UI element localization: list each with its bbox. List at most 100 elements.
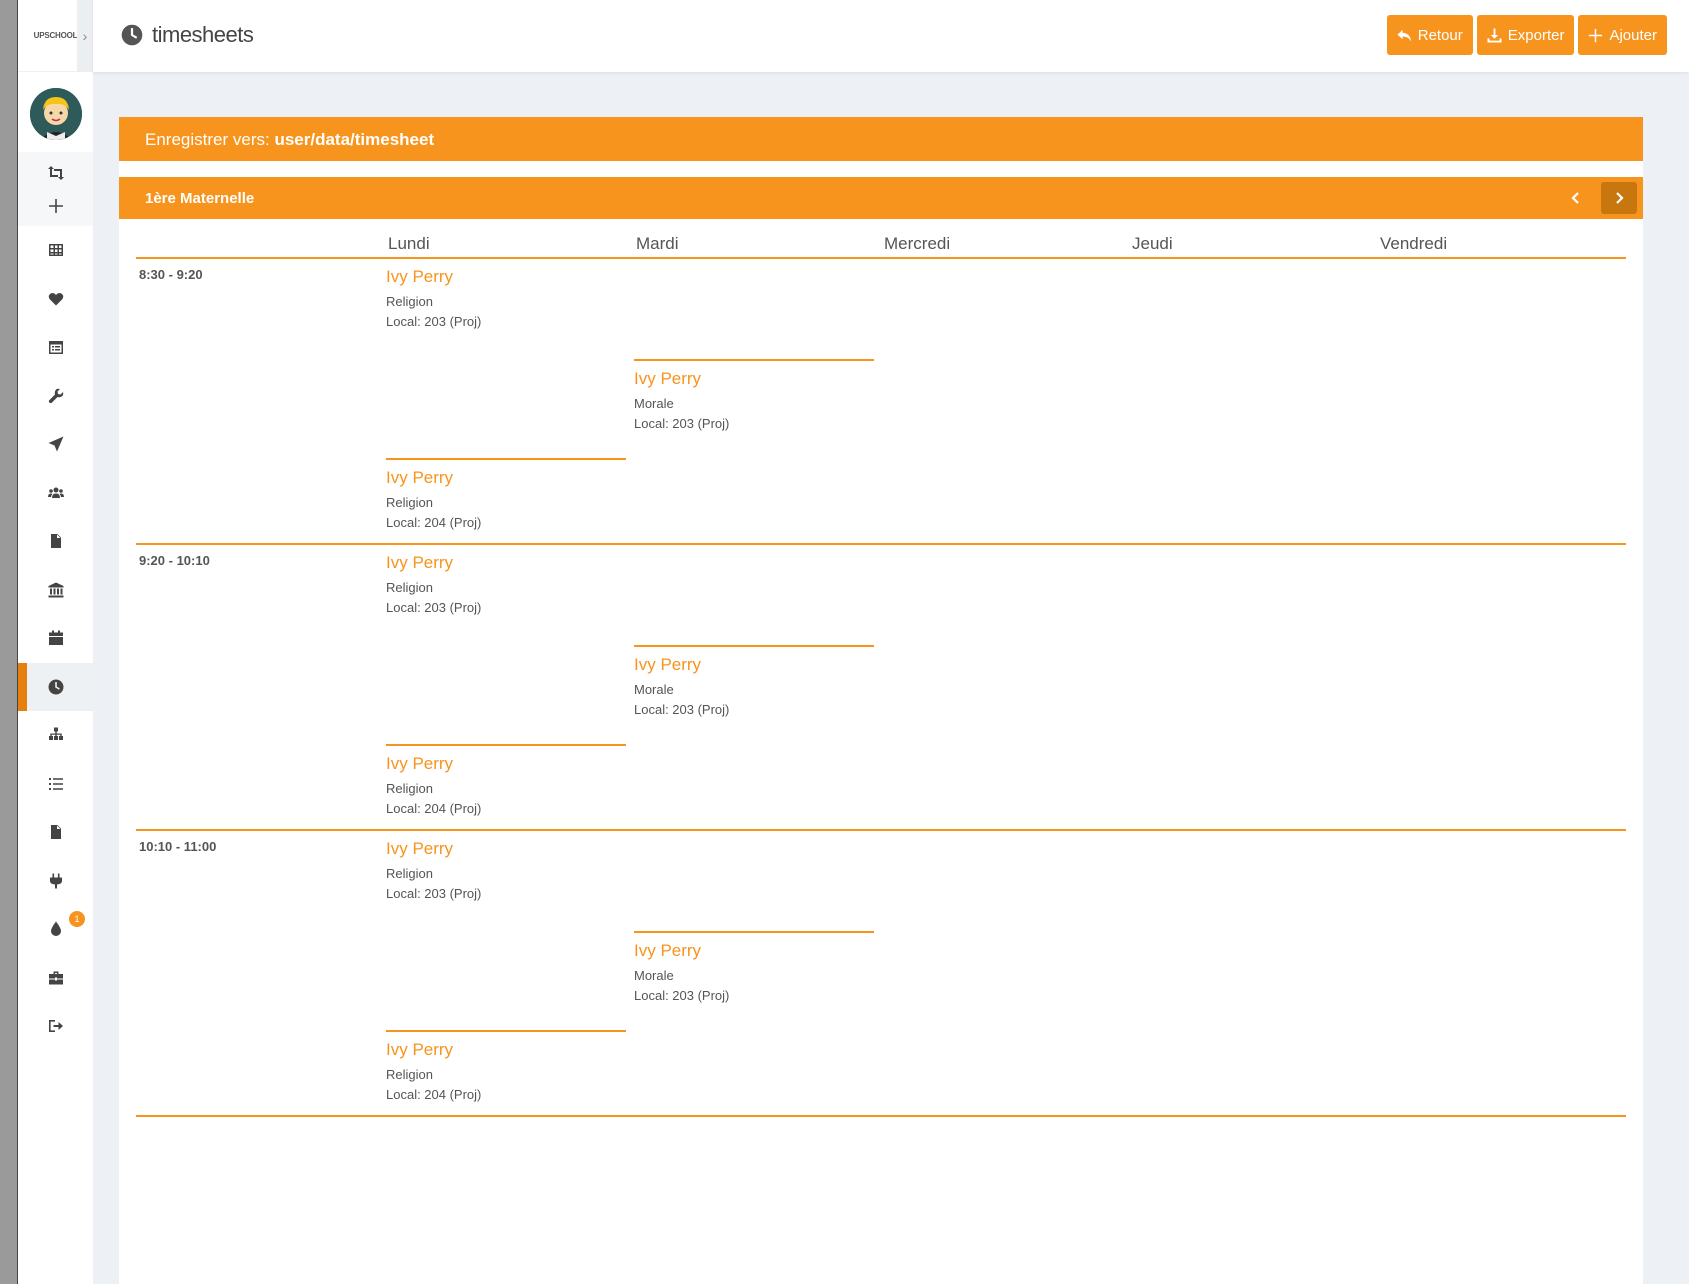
sidebar-item-add[interactable] bbox=[18, 189, 93, 222]
sidebar: UPSCHOOL › 1 bbox=[18, 0, 93, 1284]
briefcase-icon bbox=[48, 971, 63, 985]
avatar[interactable] bbox=[29, 88, 82, 140]
slot-time: 10:10 - 11:00 bbox=[139, 839, 217, 854]
file-icon bbox=[50, 534, 61, 549]
sidebar-item-grid[interactable] bbox=[18, 226, 93, 275]
sidebar-item-favorites[interactable] bbox=[18, 275, 93, 324]
sidebar-item-switch[interactable] bbox=[18, 156, 93, 189]
calendar-list-icon bbox=[48, 341, 63, 355]
subject: Morale bbox=[634, 396, 674, 411]
timetable-panel: 1ère Maternelle Lundi Mardi Mercredi Jeu… bbox=[119, 161, 1643, 1284]
plug-icon bbox=[49, 873, 62, 889]
sidebar-item-hierarchy[interactable] bbox=[18, 711, 93, 760]
teacher-name: Ivy Perry bbox=[386, 553, 454, 572]
drop-icon bbox=[50, 921, 61, 937]
day-header: Jeudi bbox=[1132, 234, 1173, 253]
back-button[interactable]: Retour bbox=[1386, 15, 1473, 55]
sidebar-logo[interactable]: UPSCHOOL › bbox=[18, 0, 93, 72]
day-header: Mercredi bbox=[884, 234, 951, 253]
sidebar-item-institution[interactable] bbox=[18, 566, 93, 615]
subject: Morale bbox=[634, 682, 674, 697]
sidebar-item-users[interactable] bbox=[18, 469, 93, 518]
subject: Religion bbox=[386, 1067, 433, 1082]
teacher-name: Ivy Perry bbox=[634, 941, 702, 960]
room: Local: 203 (Proj) bbox=[386, 886, 482, 901]
timetable-entry[interactable]: Ivy Perry Morale Local: 203 (Proj) bbox=[634, 645, 874, 720]
save-path: user/data/timesheet bbox=[274, 130, 435, 149]
class-name: 1ère Maternelle bbox=[145, 190, 255, 207]
timetable-entry[interactable]: Ivy Perry Morale Local: 203 (Proj) bbox=[634, 931, 874, 1006]
slot-time: 9:20 - 10:10 bbox=[139, 553, 210, 568]
sidebar-item-plugins[interactable] bbox=[18, 857, 93, 906]
next-class-button[interactable] bbox=[1601, 182, 1637, 214]
sidebar-item-calendar-list[interactable] bbox=[18, 323, 93, 372]
file-text-icon bbox=[50, 825, 61, 840]
time-slot-row: 10:10 - 11:00 Ivy Perry Religion Local: … bbox=[136, 831, 1626, 1117]
add-button[interactable]: Ajouter bbox=[1578, 15, 1667, 55]
export-button[interactable]: Exporter bbox=[1476, 15, 1575, 55]
room: Local: 203 (Proj) bbox=[386, 314, 482, 329]
download-icon bbox=[1487, 27, 1502, 43]
room: Local: 203 (Proj) bbox=[386, 600, 482, 615]
subject: Religion bbox=[386, 294, 433, 309]
plus-icon bbox=[48, 198, 63, 213]
timetable-entry[interactable]: Ivy Perry Religion Local: 204 (Proj) bbox=[386, 1030, 626, 1105]
plus-icon bbox=[1589, 28, 1603, 42]
sidebar-item-calendar[interactable] bbox=[18, 614, 93, 663]
sitemap-icon bbox=[48, 727, 63, 741]
teacher-name: Ivy Perry bbox=[386, 1040, 454, 1059]
heart-icon bbox=[48, 292, 63, 306]
teacher-name: Ivy Perry bbox=[634, 369, 702, 388]
slot-time: 8:30 - 9:20 bbox=[139, 267, 203, 282]
sidebar-item-theme[interactable]: 1 bbox=[18, 905, 93, 954]
sign-out-icon bbox=[48, 1020, 63, 1033]
teacher-name: Ivy Perry bbox=[634, 655, 702, 674]
room: Local: 203 (Proj) bbox=[634, 988, 730, 1003]
teacher-name: Ivy Perry bbox=[386, 754, 454, 773]
sidebar-item-timesheets[interactable] bbox=[18, 662, 93, 711]
sidebar-item-logout[interactable] bbox=[18, 1002, 93, 1051]
room: Local: 204 (Proj) bbox=[386, 515, 482, 530]
timetable-entry[interactable]: Ivy Perry Religion Local: 204 (Proj) bbox=[386, 744, 626, 819]
switch-icon bbox=[47, 165, 64, 180]
time-slot-row: 9:20 - 10:10 Ivy Perry Religion Local: 2… bbox=[136, 545, 1626, 831]
previous-class-button[interactable] bbox=[1563, 185, 1589, 211]
page-title: timesheets bbox=[121, 22, 254, 48]
top-bar: timesheets Retour Exporter Ajouter bbox=[93, 0, 1689, 72]
sidebar-item-list[interactable] bbox=[18, 760, 93, 809]
room: Local: 203 (Proj) bbox=[634, 416, 730, 431]
room: Local: 204 (Proj) bbox=[386, 1087, 482, 1102]
sidebar-item-documents[interactable] bbox=[18, 517, 93, 566]
timetable-entry[interactable]: Ivy Perry Religion Local: 203 (Proj) bbox=[386, 545, 626, 618]
sidebar-item-reports[interactable] bbox=[18, 808, 93, 857]
users-icon bbox=[47, 487, 64, 498]
day-header: Mardi bbox=[636, 234, 679, 253]
page-title-text: timesheets bbox=[152, 22, 254, 47]
timetable-entry[interactable]: Ivy Perry Religion Local: 203 (Proj) bbox=[386, 831, 626, 904]
table-icon bbox=[48, 244, 63, 257]
timetable-entry[interactable]: Ivy Perry Morale Local: 203 (Proj) bbox=[634, 359, 874, 434]
timetable-entry[interactable]: Ivy Perry Religion Local: 203 (Proj) bbox=[386, 259, 626, 332]
sidebar-toggle-chevron-icon[interactable]: › bbox=[77, 0, 93, 72]
chevron-right-icon bbox=[1616, 192, 1624, 204]
subject: Morale bbox=[634, 968, 674, 983]
bank-icon bbox=[48, 582, 63, 598]
day-header: Vendredi bbox=[1380, 234, 1448, 253]
time-slot-row: 8:30 - 9:20 Ivy Perry Religion Local: 20… bbox=[136, 259, 1626, 545]
subject: Religion bbox=[386, 866, 433, 881]
paper-plane-icon bbox=[48, 436, 63, 452]
toolbar: Retour Exporter Ajouter bbox=[1386, 15, 1667, 55]
timetable-entry[interactable]: Ivy Perry Religion Local: 204 (Proj) bbox=[386, 458, 626, 533]
clock-icon bbox=[48, 679, 64, 695]
chevron-left-icon bbox=[1571, 192, 1579, 204]
sidebar-item-briefcase[interactable] bbox=[18, 954, 93, 1003]
room: Local: 204 (Proj) bbox=[386, 801, 482, 816]
timetable-grid: Lundi Mardi Mercredi Jeudi Vendredi 8:30… bbox=[136, 229, 1626, 1117]
sidebar-item-tools[interactable] bbox=[18, 372, 93, 421]
teacher-name: Ivy Perry bbox=[386, 839, 454, 858]
save-path-prefix: Enregistrer vers: bbox=[145, 130, 270, 149]
sidebar-item-send[interactable] bbox=[18, 420, 93, 469]
clock-icon bbox=[121, 24, 143, 46]
day-header-row: Lundi Mardi Mercredi Jeudi Vendredi bbox=[136, 229, 1626, 259]
teacher-name: Ivy Perry bbox=[386, 267, 454, 286]
